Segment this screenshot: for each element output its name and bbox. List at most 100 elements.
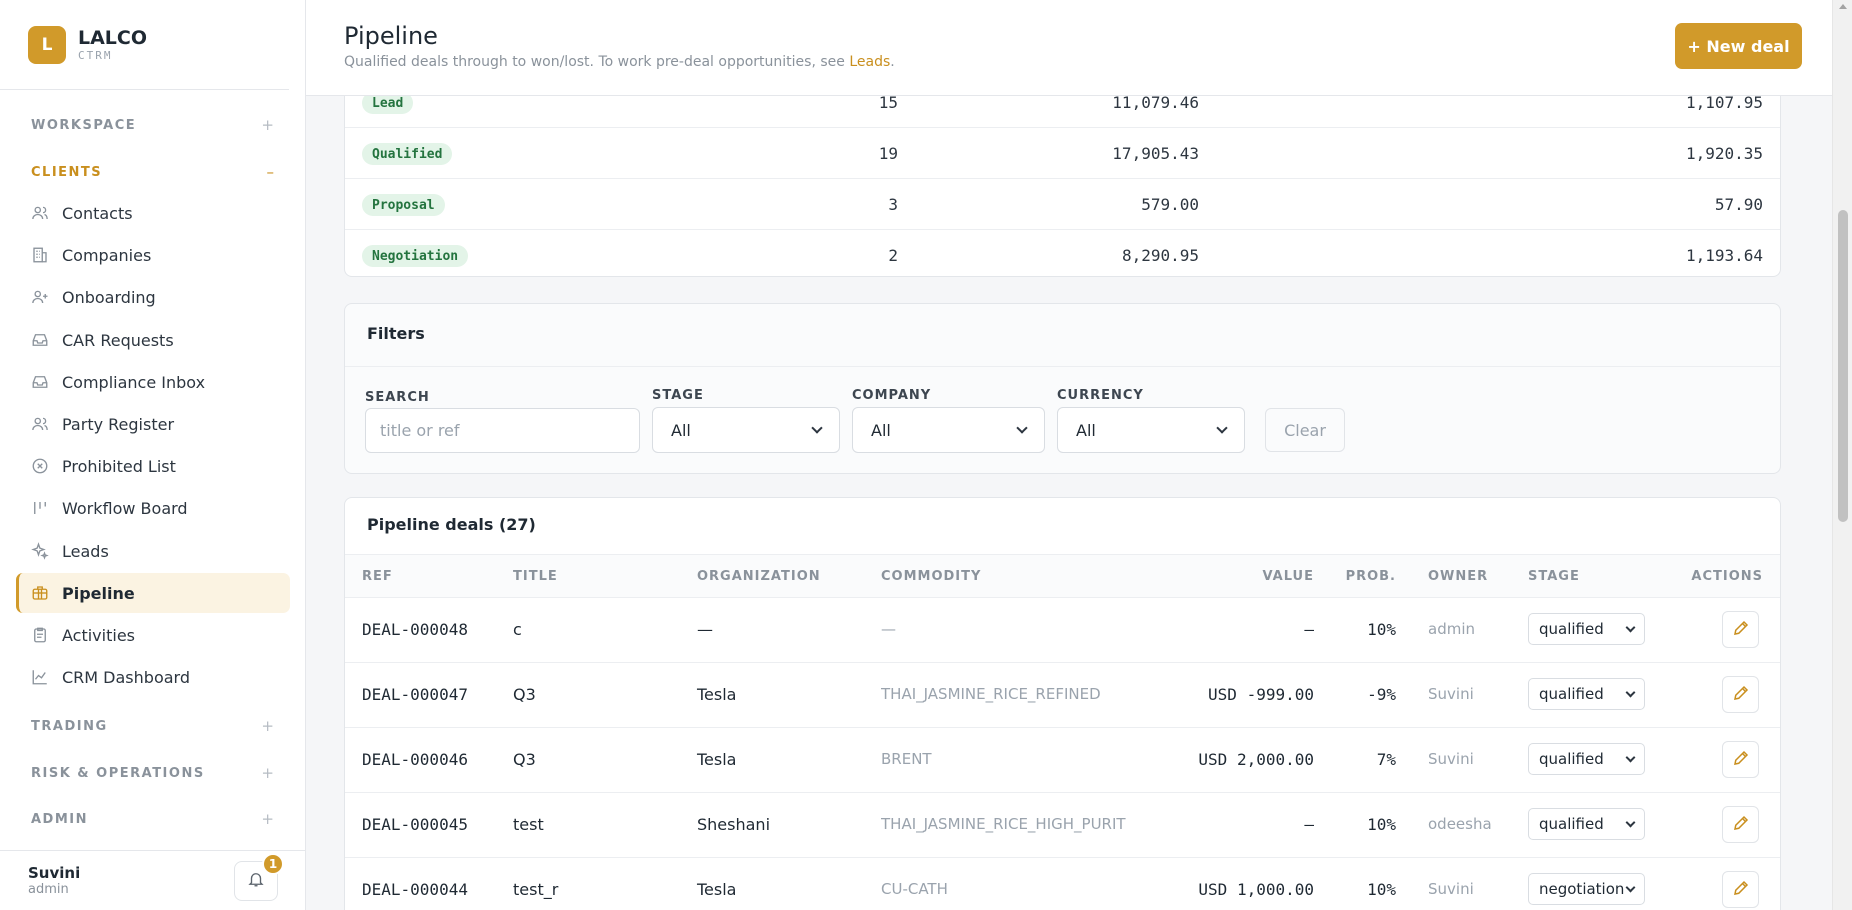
deal-stage-value: qualified (1539, 620, 1604, 638)
deal-stage-select[interactable]: qualified (1528, 678, 1645, 710)
inbox-icon (30, 330, 50, 350)
brand-name: LALCO (78, 27, 148, 49)
deal-probability: 10% (1367, 880, 1396, 899)
currency-filter-select[interactable]: All (1057, 407, 1245, 453)
scroll-up-arrow-icon[interactable] (1839, 4, 1847, 9)
expand-icon[interactable]: + (261, 717, 274, 735)
section-clients[interactable]: CLIENTS – (0, 157, 306, 187)
deal-value: USD 2,000.00 (1198, 750, 1314, 769)
chevron-down-icon (1016, 421, 1028, 434)
edit-deal-button[interactable] (1722, 871, 1759, 908)
sidebar: L LALCO CTRM WORKSPACE + CLIENTS – Conta… (0, 0, 306, 910)
deal-owner: admin (1428, 620, 1475, 638)
stage-weighted: 1,920.35 (1685, 144, 1763, 163)
stage-weighted: 1,107.95 (1685, 96, 1763, 112)
section-label: CLIENTS (31, 164, 103, 180)
section-label: WORKSPACE (31, 117, 137, 133)
pencil-icon (1732, 619, 1750, 641)
deal-organization: Sheshani (697, 815, 771, 834)
edit-deal-button[interactable] (1722, 741, 1759, 778)
sidebar-item-pipeline[interactable]: Pipeline (16, 573, 290, 613)
section-trading[interactable]: TRADING + (0, 711, 306, 741)
column-title[interactable]: TITLE (513, 569, 558, 584)
user-info[interactable]: Suvini admin (28, 864, 80, 897)
page-header: Pipeline Qualified deals through to won/… (306, 0, 1832, 96)
scrollbar-thumb[interactable] (1838, 210, 1848, 522)
pencil-icon (1732, 814, 1750, 836)
search-input[interactable] (365, 408, 640, 453)
deal-ref: DEAL-000046 (362, 750, 468, 769)
filters-panel: Filters SEARCH STAGE All COMPANY All CUR… (344, 303, 1781, 474)
sidebar-item-onboarding[interactable]: Onboarding (16, 277, 290, 317)
sidebar-item-activities[interactable]: Activities (16, 615, 290, 655)
deal-stage-select[interactable]: negotiation (1528, 873, 1645, 905)
deal-commodity: CU-CATH (881, 880, 948, 898)
expand-icon[interactable]: + (261, 764, 274, 782)
deal-stage-value: negotiation (1539, 880, 1625, 898)
deal-title: test_r (513, 880, 559, 899)
deal-stage-value: qualified (1539, 750, 1604, 768)
brand-logo: L (28, 25, 66, 64)
deal-title: test (513, 815, 544, 834)
pencil-icon (1732, 879, 1750, 901)
sidebar-item-contacts[interactable]: Contacts (16, 193, 290, 233)
company-filter-select[interactable]: All (852, 407, 1045, 453)
new-deal-button[interactable]: + New deal (1675, 23, 1802, 69)
brand[interactable]: L LALCO CTRM (0, 0, 289, 90)
edit-deal-button[interactable] (1722, 806, 1759, 843)
sidebar-item-workflow-board[interactable]: Workflow Board (16, 488, 290, 528)
deal-stage-select[interactable]: qualified (1528, 743, 1645, 775)
expand-icon[interactable]: + (261, 116, 274, 134)
leads-link[interactable]: Leads (849, 54, 890, 70)
main-content[interactable]: Lead 15 11,079.46 1,107.95 Qualified 19 … (306, 96, 1832, 910)
table-row[interactable]: DEAL-000046 Q3 Tesla BRENT USD 2,000.00 … (345, 728, 1780, 793)
section-label: TRADING (31, 718, 108, 734)
chevron-down-icon (1625, 687, 1636, 697)
column-stage[interactable]: STAGE (1528, 569, 1580, 584)
clear-filters-button[interactable]: Clear (1265, 408, 1345, 452)
currency-filter-value: All (1076, 420, 1096, 440)
sidebar-item-prohibited-list[interactable]: Prohibited List (16, 446, 290, 486)
edit-deal-button[interactable] (1722, 676, 1759, 713)
sidebar-item-party-register[interactable]: Party Register (16, 404, 290, 444)
table-row[interactable]: DEAL-000044 test_r Tesla CU-CATH USD 1,0… (345, 858, 1780, 910)
sidebar-item-label: CRM Dashboard (62, 667, 190, 687)
users-icon (30, 414, 50, 434)
column-organization[interactable]: ORGANIZATION (697, 569, 821, 584)
collapse-icon[interactable]: – (267, 163, 275, 181)
brand-subtitle: CTRM (78, 49, 113, 62)
column-owner[interactable]: OWNER (1428, 569, 1488, 584)
stage-total: 8,290.95 (1121, 246, 1199, 265)
sidebar-item-compliance-inbox[interactable]: Compliance Inbox (16, 362, 290, 402)
table-row[interactable]: DEAL-000045 test Sheshani THAI_JASMINE_R… (345, 793, 1780, 858)
sidebar-item-car-requests[interactable]: CAR Requests (16, 320, 290, 360)
table-row[interactable]: DEAL-000048 c — — — 10% admin qualified (345, 598, 1780, 663)
sidebar-item-leads[interactable]: Leads (16, 531, 290, 571)
stage-filter-select[interactable]: All (652, 407, 840, 453)
page-scrollbar[interactable] (1832, 0, 1852, 910)
currency-filter-label: CURRENCY (1057, 388, 1144, 403)
column-value[interactable]: VALUE (1263, 569, 1315, 584)
sidebar-item-label: Leads (62, 541, 109, 561)
deal-value: USD 1,000.00 (1198, 880, 1314, 899)
column-commodity[interactable]: COMMODITY (881, 569, 981, 584)
deal-title: Q3 (513, 685, 536, 704)
expand-icon[interactable]: + (261, 810, 274, 828)
deal-title: Q3 (513, 750, 536, 769)
deal-organization: Tesla (697, 685, 737, 704)
section-admin[interactable]: ADMIN + (0, 804, 306, 834)
notifications-button[interactable]: 1 (234, 852, 284, 901)
section-label: ADMIN (31, 811, 89, 827)
section-risk-operations[interactable]: RISK & OPERATIONS + (0, 758, 306, 788)
section-workspace[interactable]: WORKSPACE + (0, 110, 306, 140)
column-ref[interactable]: REF (362, 569, 393, 584)
table-row[interactable]: DEAL-000047 Q3 Tesla THAI_JASMINE_RICE_R… (345, 663, 1780, 728)
column-probability[interactable]: PROB. (1346, 569, 1396, 584)
deal-stage-select[interactable]: qualified (1528, 613, 1645, 645)
briefcase-icon (30, 583, 50, 603)
stage-weighted: 1,193.64 (1685, 246, 1763, 265)
deal-stage-select[interactable]: qualified (1528, 808, 1645, 840)
sidebar-item-companies[interactable]: Companies (16, 235, 290, 275)
sidebar-item-crm-dashboard[interactable]: CRM Dashboard (16, 657, 290, 697)
edit-deal-button[interactable] (1722, 611, 1759, 648)
